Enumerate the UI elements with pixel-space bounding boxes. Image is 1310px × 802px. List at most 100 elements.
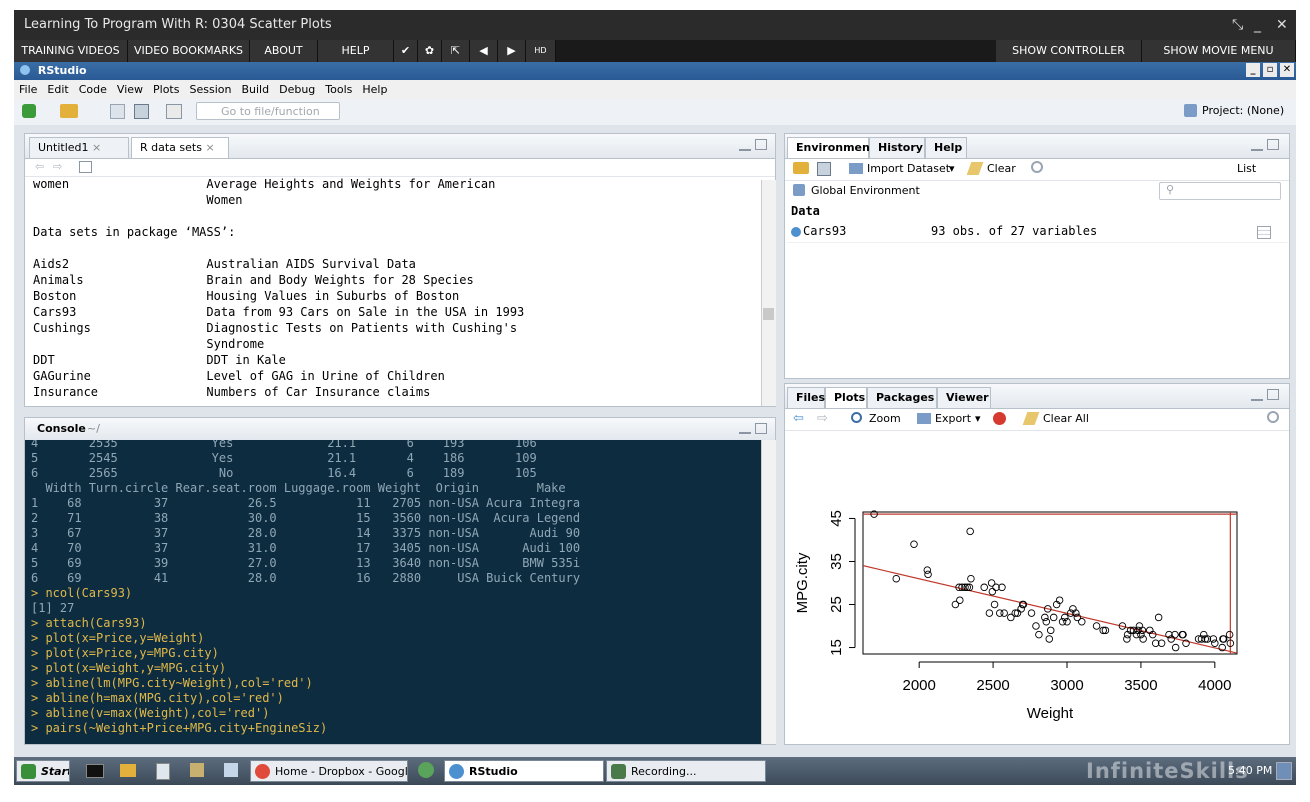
remove-plot-icon[interactable] bbox=[993, 412, 1006, 425]
tab-files[interactable]: Files bbox=[787, 387, 825, 408]
minimize-pane-icon[interactable] bbox=[739, 425, 751, 434]
training-videos-button[interactable]: TRAINING VIDEOS bbox=[14, 40, 128, 62]
minimize-pane-icon[interactable] bbox=[1251, 142, 1263, 151]
expand-icon[interactable] bbox=[791, 227, 801, 237]
prev-plot-icon[interactable]: ⇦ bbox=[793, 411, 804, 426]
rs-restore-icon[interactable]: ▫ bbox=[1263, 63, 1277, 77]
data-section-header: Data bbox=[791, 204, 820, 218]
menu-plots[interactable]: Plots bbox=[148, 80, 184, 99]
view-table-icon[interactable] bbox=[1257, 226, 1271, 239]
export-button[interactable]: Export bbox=[935, 412, 971, 425]
maximize-pane-icon[interactable] bbox=[1267, 389, 1279, 400]
back-icon[interactable]: ⇦ bbox=[35, 160, 44, 173]
tool-icon[interactable] bbox=[190, 763, 204, 777]
import-dataset-icon bbox=[849, 163, 863, 174]
rs-minimize-icon[interactable]: _ bbox=[1246, 63, 1260, 77]
refresh-icon[interactable] bbox=[1031, 161, 1043, 173]
restore-icon[interactable]: ⤡ bbox=[1232, 10, 1243, 40]
zoom-button[interactable]: Zoom bbox=[869, 412, 901, 425]
menu-file[interactable]: File bbox=[14, 80, 42, 99]
next-icon[interactable]: ▶ bbox=[498, 40, 526, 62]
menu-debug[interactable]: Debug bbox=[274, 80, 320, 99]
show-desktop-icon[interactable] bbox=[1276, 762, 1292, 780]
x-tick-label: 2000 bbox=[902, 677, 935, 694]
list-view-button[interactable]: List bbox=[1237, 162, 1256, 175]
scope-selector[interactable]: Global Environment bbox=[811, 184, 920, 197]
close-icon[interactable]: ✕ bbox=[1276, 10, 1288, 40]
show-movie-menu-button[interactable]: SHOW MOVIE MENU bbox=[1142, 40, 1296, 62]
print-icon[interactable] bbox=[166, 104, 182, 119]
check-icon[interactable]: ✔ bbox=[394, 40, 418, 62]
clear-all-button[interactable]: Clear All bbox=[1043, 412, 1089, 425]
video-bookmarks-button[interactable]: VIDEO BOOKMARKS bbox=[128, 40, 250, 62]
source-scrollbar[interactable] bbox=[761, 180, 776, 406]
doc-line: DDT DDT in Kale bbox=[33, 353, 286, 367]
save-icon[interactable] bbox=[110, 104, 125, 119]
console-scrollbar[interactable] bbox=[761, 440, 776, 744]
menu-session[interactable]: Session bbox=[184, 80, 236, 99]
help-button[interactable]: HELP bbox=[318, 40, 394, 62]
window-icon[interactable] bbox=[224, 763, 238, 777]
console-tab[interactable]: Console bbox=[37, 422, 86, 435]
x-tick-label: 2500 bbox=[976, 677, 1009, 694]
hd-icon[interactable]: HD bbox=[526, 40, 556, 62]
about-button[interactable]: ABOUT bbox=[250, 40, 318, 62]
task-rstudio[interactable]: RStudio bbox=[444, 760, 604, 782]
next-plot-icon[interactable]: ⇨ bbox=[817, 411, 828, 426]
clear-button[interactable]: Clear bbox=[987, 162, 1016, 175]
explorer-icon[interactable] bbox=[120, 764, 136, 777]
menu-code[interactable]: Code bbox=[74, 80, 112, 99]
tab-plots[interactable]: Plots bbox=[825, 387, 867, 408]
show-controller-button[interactable]: SHOW CONTROLLER bbox=[996, 40, 1142, 62]
menu-build[interactable]: Build bbox=[236, 80, 274, 99]
tab-history[interactable]: History bbox=[869, 137, 925, 158]
tab-viewer[interactable]: Viewer bbox=[937, 387, 991, 408]
popout-icon[interactable]: ⇱ bbox=[442, 40, 470, 62]
scrollbar-thumb[interactable] bbox=[763, 308, 774, 320]
minimize-icon[interactable]: _ bbox=[1254, 10, 1261, 40]
refresh-icon[interactable] bbox=[1267, 411, 1279, 423]
data-point bbox=[1078, 617, 1086, 626]
start-button[interactable]: Start bbox=[16, 760, 70, 782]
tab-untitled1[interactable]: Untitled1 × bbox=[29, 137, 129, 158]
tab-packages[interactable]: Packages bbox=[867, 387, 937, 408]
project-menu[interactable]: Project: (None) bbox=[1202, 104, 1284, 117]
close-tab-icon[interactable]: × bbox=[205, 141, 214, 154]
menu-tools[interactable]: Tools bbox=[320, 80, 357, 99]
menu-edit[interactable]: Edit bbox=[42, 80, 73, 99]
save-workspace-icon[interactable] bbox=[817, 162, 831, 176]
tab-environment[interactable]: Environment bbox=[787, 137, 875, 158]
new-file-icon[interactable] bbox=[22, 104, 36, 118]
cmd-icon[interactable] bbox=[86, 764, 104, 778]
minimize-pane-icon[interactable] bbox=[1251, 392, 1263, 401]
close-tab-icon[interactable]: × bbox=[92, 141, 101, 154]
minimize-pane-icon[interactable] bbox=[739, 142, 751, 151]
prev-icon[interactable]: ◀ bbox=[470, 40, 498, 62]
import-dataset-button[interactable]: Import Dataset bbox=[867, 162, 950, 175]
menu-help[interactable]: Help bbox=[357, 80, 392, 99]
tab-r-data-sets[interactable]: R data sets × bbox=[131, 137, 229, 158]
menu-view[interactable]: View bbox=[112, 80, 148, 99]
rs-close-icon[interactable]: ✕ bbox=[1280, 63, 1294, 77]
app-icon[interactable] bbox=[418, 762, 434, 778]
console-output[interactable]: 4 2535 Yes 21.1 6 193 106 5 2545 Yes 21.1… bbox=[25, 440, 761, 744]
settings-icon[interactable]: ✿ bbox=[418, 40, 442, 62]
show-in-window-icon[interactable] bbox=[79, 161, 92, 173]
maximize-pane-icon[interactable] bbox=[755, 139, 767, 150]
tab-help[interactable]: Help bbox=[925, 137, 967, 158]
maximize-pane-icon[interactable] bbox=[1267, 139, 1279, 150]
forward-icon[interactable]: ⇨ bbox=[53, 160, 62, 173]
goto-file-input[interactable]: Go to file/function bbox=[196, 102, 340, 120]
save-all-icon[interactable] bbox=[134, 104, 149, 119]
help-content: women Average Heights and Weights for Am… bbox=[25, 176, 759, 406]
rstudio-icon bbox=[449, 764, 464, 779]
notepad-icon[interactable] bbox=[156, 763, 170, 780]
data-point bbox=[1032, 622, 1040, 630]
load-workspace-icon[interactable] bbox=[793, 162, 809, 174]
task-chrome[interactable]: Home - Dropbox - Googl... bbox=[250, 760, 408, 782]
environment-row[interactable]: Cars93 93 obs. of 27 variables bbox=[787, 222, 1287, 243]
environment-search-input[interactable]: ⚲ bbox=[1159, 182, 1281, 200]
maximize-pane-icon[interactable] bbox=[755, 423, 767, 434]
open-folder-icon[interactable] bbox=[60, 104, 78, 118]
task-recording[interactable]: Recording... bbox=[606, 760, 766, 782]
